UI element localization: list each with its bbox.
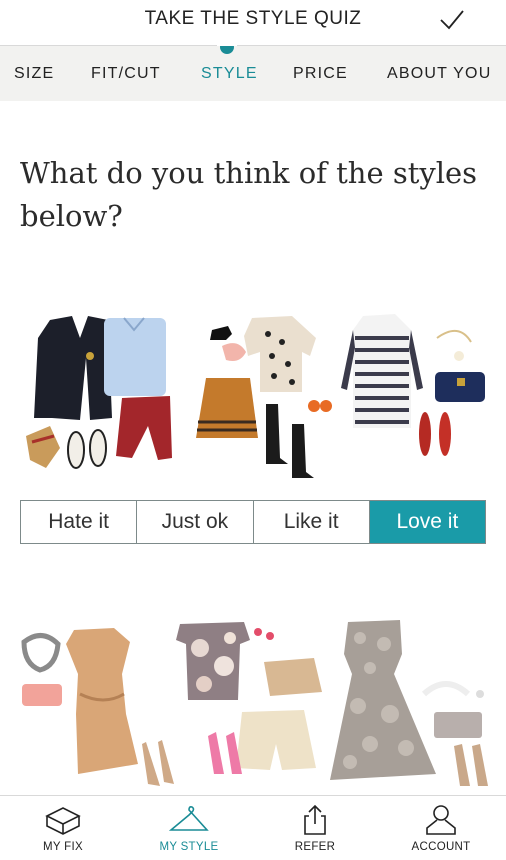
blazer-outfit-image <box>26 316 172 469</box>
floral-top-outfit-image <box>176 622 322 774</box>
lace-gown-outfit-image <box>330 620 488 786</box>
nav-label-account: ACCOUNT <box>411 841 471 853</box>
tab-price[interactable]: PRICE <box>293 65 348 83</box>
striped-dress-outfit-image <box>341 314 485 456</box>
hanger-icon <box>169 806 209 831</box>
person-icon <box>426 805 456 835</box>
hate-it-button[interactable]: Hate it <box>21 501 138 543</box>
question-heading: What do you think of the styles below? <box>20 156 478 233</box>
nav-my-fix[interactable]: MY FIX <box>0 796 126 860</box>
header: TAKE THE STYLE QUIZ <box>0 0 506 46</box>
like-it-button[interactable]: Like it <box>253 501 370 543</box>
outfit-set-1 <box>14 300 492 480</box>
box-icon <box>45 807 81 835</box>
tab-size[interactable]: SIZE <box>14 65 54 83</box>
share-icon <box>304 804 326 835</box>
tab-style[interactable]: STYLE <box>201 65 258 83</box>
nav-label-refer: REFER <box>294 841 336 853</box>
nav-account[interactable]: ACCOUNT <box>378 796 504 860</box>
nav-refer[interactable]: REFER <box>252 796 378 860</box>
polka-dot-outfit-image <box>196 316 332 478</box>
outfit-set-2 <box>14 610 492 795</box>
quiz-tabs: SIZE FIT/CUT STYLE PRICE ABOUT YOU <box>0 33 506 101</box>
bottom-nav: MY FIX MY STYLE REFER ACCOUNT <box>0 795 506 860</box>
nav-label-my-style: MY STYLE <box>159 841 219 853</box>
tab-fit-cut[interactable]: FIT/CUT <box>91 65 161 83</box>
tab-about-you[interactable]: ABOUT YOU <box>387 65 491 83</box>
active-tab-indicator <box>217 33 237 54</box>
nav-my-style[interactable]: MY STYLE <box>126 796 252 860</box>
tan-dress-outfit-image <box>21 628 174 786</box>
checkmark-icon[interactable] <box>438 6 466 34</box>
just-ok-button[interactable]: Just ok <box>137 501 254 543</box>
rating-selector: Hate it Just ok Like it Love it <box>20 500 486 544</box>
love-it-button[interactable]: Love it <box>369 501 485 543</box>
page-title: TAKE THE STYLE QUIZ <box>144 8 362 29</box>
nav-label-my-fix: MY FIX <box>43 841 83 853</box>
